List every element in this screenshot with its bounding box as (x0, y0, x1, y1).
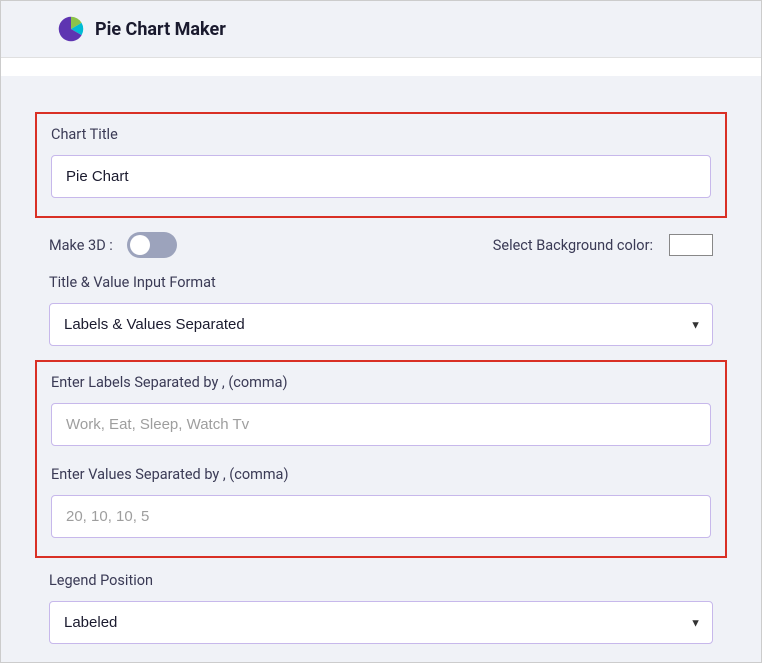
pie-chart-logo-icon (57, 15, 85, 43)
values-section: Enter Values Separated by , (comma) (51, 466, 711, 538)
options-row: Make 3D : Select Background color: (35, 232, 727, 258)
make3d-label: Make 3D : (49, 237, 113, 254)
chart-title-label: Chart Title (51, 126, 711, 143)
chart-title-input[interactable] (51, 155, 711, 198)
make3d-group: Make 3D : (49, 232, 177, 258)
values-label: Enter Values Separated by , (comma) (51, 466, 711, 483)
labels-label: Enter Labels Separated by , (comma) (51, 374, 711, 391)
chart-title-highlight: Chart Title (35, 112, 727, 218)
labels-values-highlight: Enter Labels Separated by , (comma) Ente… (35, 360, 727, 558)
chart-title-section: Chart Title (51, 126, 711, 198)
app-title: Pie Chart Maker (95, 19, 226, 40)
labels-input[interactable] (51, 403, 711, 446)
legend-select[interactable]: Labeled (49, 601, 713, 644)
bgcolor-label: Select Background color: (493, 237, 653, 254)
values-input[interactable] (51, 495, 711, 538)
labels-section: Enter Labels Separated by , (comma) (51, 374, 711, 446)
legend-label: Legend Position (49, 572, 713, 589)
divider-strip (1, 58, 761, 76)
bgcolor-swatch[interactable] (669, 234, 713, 256)
make3d-toggle[interactable] (127, 232, 177, 258)
input-format-select[interactable]: Labels & Values Separated (49, 303, 713, 346)
input-format-section: Title & Value Input Format Labels & Valu… (35, 274, 727, 346)
app-header: Pie Chart Maker (1, 1, 761, 58)
legend-section: Legend Position Labeled ▼ (35, 572, 727, 644)
input-format-label: Title & Value Input Format (49, 274, 713, 291)
form-content: Chart Title Make 3D : Select Background … (1, 76, 761, 644)
bgcolor-group: Select Background color: (493, 234, 713, 256)
